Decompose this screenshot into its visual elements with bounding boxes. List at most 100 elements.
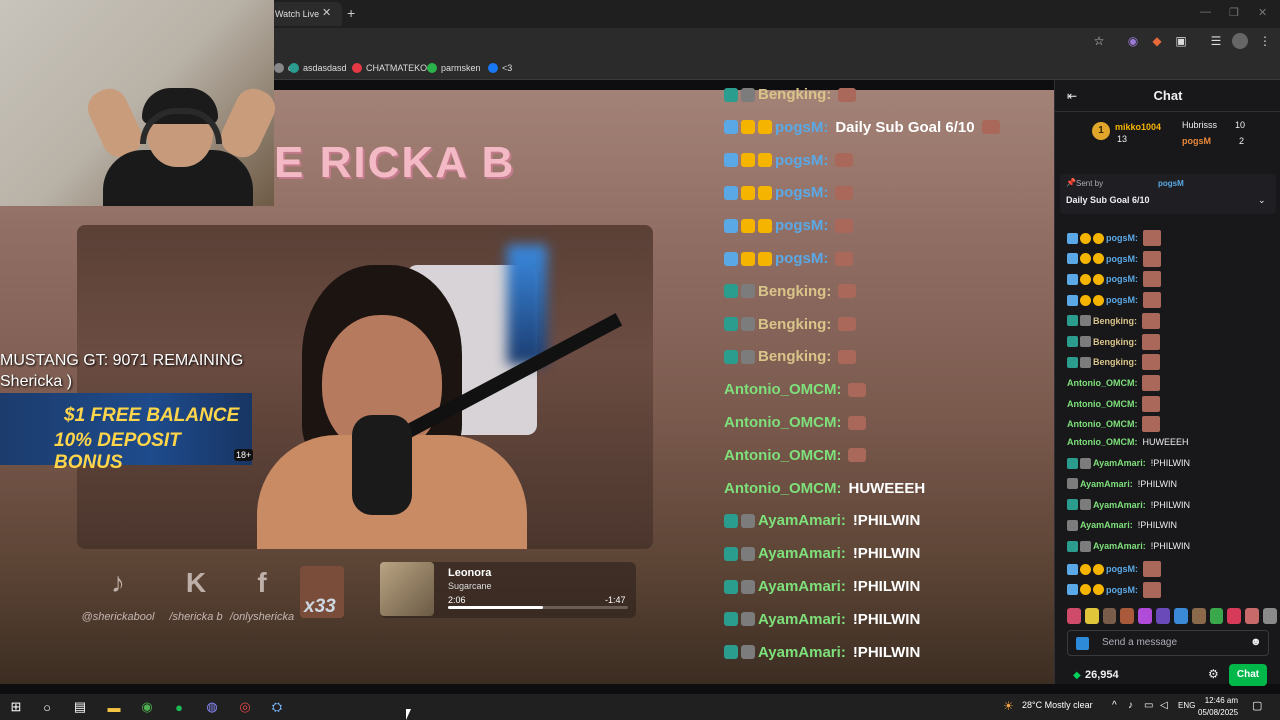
tray-chevron-icon[interactable]: ^ (1112, 700, 1117, 711)
chat-settings-gear-icon[interactable]: ⚙ (1208, 667, 1219, 681)
language-indicator[interactable]: ENG (1178, 701, 1195, 710)
steam-icon[interactable]: ⛭ (264, 694, 290, 720)
chat-message[interactable]: Bengking: (1067, 333, 1160, 350)
network-icon[interactable]: ▭ (1144, 700, 1153, 711)
chat-message[interactable]: AyamAmari: !PHILWIN (1067, 499, 1190, 511)
chat-username[interactable]: AyamAmari: (1080, 520, 1133, 530)
chat-username[interactable]: Bengking: (1093, 357, 1137, 367)
emote-icon[interactable] (1245, 608, 1260, 624)
chrome-icon[interactable]: ◉ (134, 694, 160, 720)
chat-message[interactable]: pogsM: (1067, 250, 1161, 267)
emote-icon[interactable] (1067, 608, 1081, 624)
emoji-icon[interactable]: ☻ (1250, 636, 1262, 648)
user-badge-icon (1067, 232, 1078, 244)
chat-message[interactable]: AyamAmari: !PHILWIN (1067, 540, 1190, 552)
volume-icon[interactable]: ◁ (1160, 700, 1168, 711)
emote-icon[interactable] (1084, 608, 1099, 624)
app-icon[interactable]: ◍ (199, 694, 225, 720)
emote-icon[interactable] (1173, 608, 1188, 624)
chat-identity-icon[interactable] (1076, 637, 1089, 650)
gift-leaderboard[interactable]: 1 mikko1004 13 Hubrisss 10 pogsM 2 (1055, 112, 1280, 160)
file-explorer-icon[interactable]: ▬ (101, 694, 127, 720)
emote-icon (835, 218, 854, 233)
chat-message[interactable]: AyamAmari: !PHILWIN (1067, 519, 1177, 531)
system-clock[interactable]: 12:46 am 05/08/2025 (1198, 695, 1238, 719)
bookmark-item[interactable]: <3 (488, 60, 512, 76)
chat-username[interactable]: AyamAmari: (1093, 500, 1146, 510)
chat-message[interactable]: Bengking: (1067, 354, 1160, 371)
bookmark-favicon-icon (289, 63, 299, 73)
chat-input[interactable]: Send a message ☻ (1067, 630, 1269, 656)
emote-icon[interactable] (1227, 608, 1242, 624)
user-badge-icon (1080, 273, 1091, 285)
chat-username[interactable]: Bengking: (1093, 337, 1137, 347)
search-icon[interactable]: ○ (34, 694, 60, 720)
chat-username[interactable]: AyamAmari: (1093, 541, 1146, 551)
emote-icon[interactable] (1156, 608, 1170, 624)
notifications-icon[interactable]: ▢ (1252, 699, 1262, 712)
chat-username[interactable]: Antonio_OMCM: (1067, 378, 1137, 388)
chat-message[interactable]: Antonio_OMCM: HUWEEEH (1067, 437, 1189, 447)
spotify-icon[interactable]: ● (166, 694, 192, 720)
chat-message[interactable]: AyamAmari: !PHILWIN (1067, 457, 1190, 469)
emote-icon[interactable] (1102, 608, 1117, 624)
user-badge-icon (1080, 232, 1091, 244)
chat-message[interactable]: Antonio_OMCM: (1067, 374, 1161, 391)
overlay-chat-text: !PHILWIN (852, 545, 921, 563)
user-badge-icon (724, 546, 738, 561)
chat-message[interactable]: AyamAmari: !PHILWIN (1067, 478, 1177, 490)
chat-username[interactable]: AyamAmari: (1080, 479, 1133, 489)
chat-username[interactable]: AyamAmari: (1093, 458, 1146, 468)
mic-icon[interactable]: ♪ (1128, 700, 1133, 711)
reading-list-icon[interactable]: ☰ (1208, 33, 1224, 49)
tab-close-icon[interactable]: ✕ (322, 6, 331, 19)
bookmark-item[interactable]: asdasdasd (289, 60, 347, 76)
chat-username[interactable]: Antonio_OMCM: (1067, 437, 1137, 447)
task-view-icon[interactable]: ▤ (67, 694, 93, 720)
chat-username[interactable]: pogsM: (1106, 564, 1138, 574)
windows-start-icon[interactable]: ⊞ (3, 694, 29, 720)
chat-username[interactable]: pogsM: (1106, 254, 1138, 264)
weather-text[interactable]: 28°C Mostly clear (1022, 700, 1093, 710)
chat-message[interactable]: Antonio_OMCM: (1067, 416, 1161, 433)
extensions-puzzle-icon[interactable]: ▣ (1173, 33, 1189, 49)
weather-icon[interactable]: ☀ (1003, 699, 1014, 713)
minimize-icon[interactable]: — (1200, 6, 1211, 18)
channel-points-icon[interactable]: ◆ (1073, 670, 1081, 681)
chat-username[interactable]: Bengking: (1093, 316, 1137, 326)
emote-icon[interactable] (1120, 608, 1135, 624)
new-tab-icon[interactable]: + (347, 5, 355, 21)
emote-icon[interactable] (1263, 608, 1277, 624)
chat-message[interactable]: pogsM: (1067, 292, 1161, 309)
maximize-icon[interactable]: ❐ (1229, 6, 1239, 19)
extension-icon[interactable]: ◉ (1125, 33, 1141, 49)
chat-message[interactable]: pogsM: (1067, 581, 1161, 598)
chat-username[interactable]: Antonio_OMCM: (1067, 419, 1137, 429)
bookmark-item[interactable]: parmsken (427, 60, 481, 76)
bookmark-item[interactable]: CHATMATEKO (352, 60, 427, 76)
emote-icon[interactable] (1138, 608, 1153, 624)
facebook-icon: f (257, 567, 267, 598)
chat-username[interactable]: pogsM: (1106, 295, 1138, 305)
chat-message[interactable]: Bengking: (1067, 312, 1160, 329)
profile-avatar[interactable] (1232, 33, 1248, 49)
expand-chevron-icon[interactable]: ⌄ (1258, 195, 1266, 206)
chat-username[interactable]: pogsM: (1106, 233, 1138, 243)
window-close-icon[interactable]: ✕ (1258, 6, 1267, 19)
chat-username[interactable]: Antonio_OMCM: (1067, 399, 1137, 409)
chat-send-button[interactable]: Chat (1229, 664, 1267, 686)
emote-icon[interactable] (1191, 608, 1206, 624)
chat-username[interactable]: pogsM: (1106, 585, 1138, 595)
chat-username[interactable]: pogsM: (1106, 274, 1138, 284)
emote-icon[interactable] (1209, 608, 1224, 624)
extension-icon[interactable]: ◆ (1149, 33, 1165, 49)
bookmark-star-icon[interactable]: ☆ (1091, 33, 1107, 49)
app-icon[interactable]: ◎ (232, 694, 258, 720)
pinned-message[interactable]: 📌 Sent by pogsM Daily Sub Goal 6/10 ⌄ (1060, 174, 1276, 214)
chat-message[interactable]: Antonio_OMCM: (1067, 395, 1161, 412)
menu-kebab-icon[interactable]: ⋮ (1257, 33, 1273, 49)
chat-message[interactable]: pogsM: (1067, 271, 1161, 288)
chat-message[interactable]: pogsM: (1067, 230, 1161, 246)
tiktok-icon: ♪ (111, 567, 125, 598)
chat-message[interactable]: pogsM: (1067, 561, 1161, 578)
